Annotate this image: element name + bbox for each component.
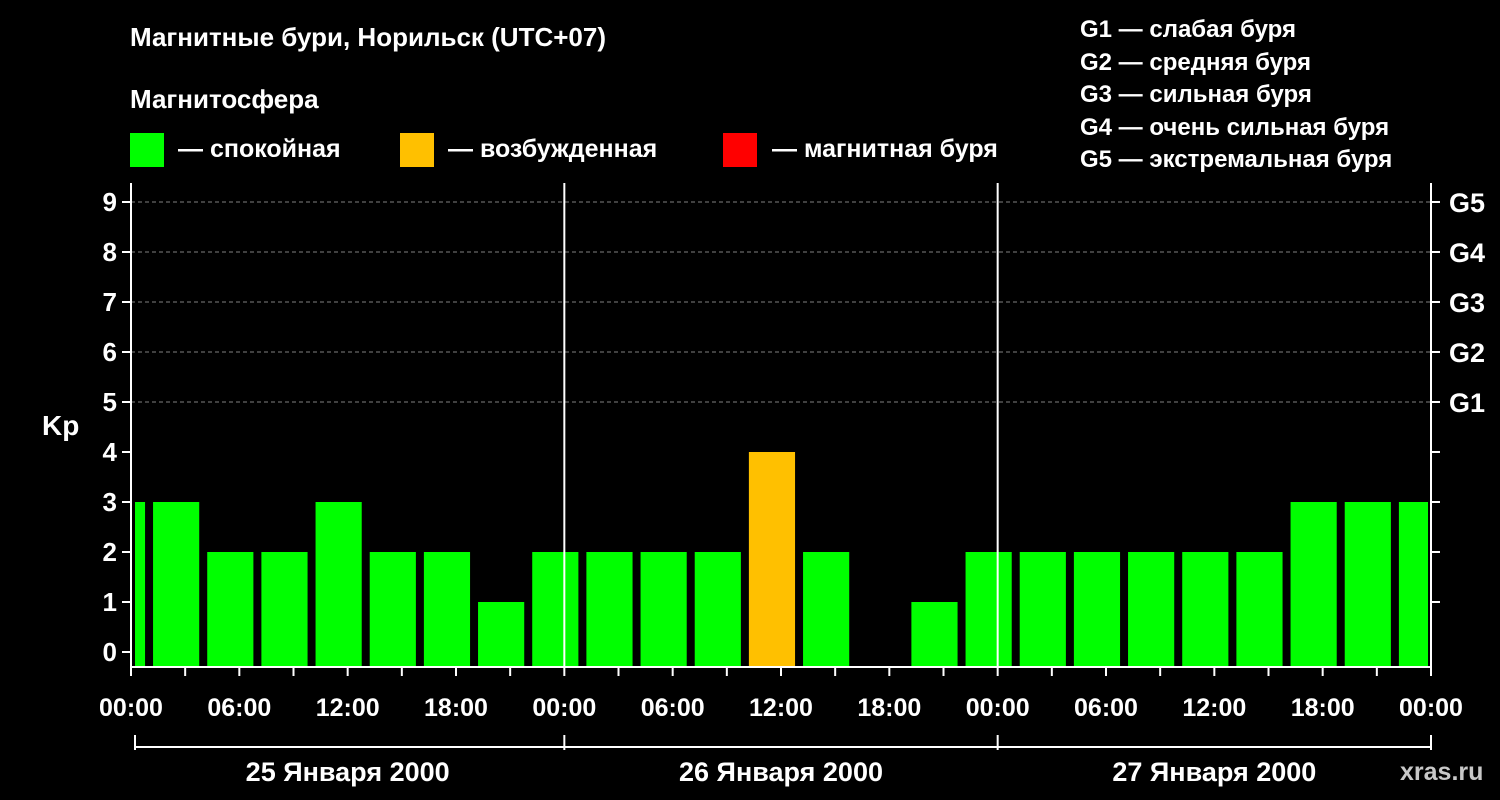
kp-bar — [207, 552, 254, 667]
g-tick-label: G5 — [1449, 188, 1485, 218]
x-tick-label: 18:00 — [857, 694, 921, 722]
kp-bar — [965, 552, 1012, 667]
g-tick-label: G4 — [1449, 238, 1485, 268]
y-tick-label: 3 — [103, 487, 117, 517]
x-tick-label: 12:00 — [1182, 694, 1246, 722]
day-label: 25 Января 2000 — [246, 757, 450, 787]
kp-bar — [261, 552, 308, 667]
y-tick-label: 6 — [103, 337, 117, 367]
x-tick-label: 12:00 — [316, 694, 380, 722]
kp-bar — [911, 602, 958, 667]
kp-bar — [586, 552, 633, 667]
x-tick-label: 18:00 — [424, 694, 488, 722]
y-tick-label: 9 — [103, 187, 117, 217]
y-tick-label: 7 — [103, 287, 117, 317]
x-tick-label: 06:00 — [207, 694, 271, 722]
kp-bar — [1182, 552, 1229, 667]
kp-bar — [369, 552, 416, 667]
g-tick-label: G1 — [1449, 388, 1485, 418]
g-tick-label: G3 — [1449, 288, 1485, 318]
y-tick-label: 0 — [103, 637, 117, 667]
watermark: xras.ru — [1400, 758, 1484, 786]
x-tick-label: 06:00 — [1074, 694, 1138, 722]
kp-bar — [1290, 502, 1337, 667]
kp-bar — [803, 552, 850, 667]
kp-bar — [315, 502, 362, 667]
kp-bar — [423, 552, 471, 667]
x-tick-label: 00:00 — [1399, 694, 1463, 722]
x-tick-label: 00:00 — [99, 694, 163, 722]
g-tick-label: G2 — [1449, 338, 1485, 368]
x-tick-label: 00:00 — [966, 694, 1030, 722]
y-tick-label: 5 — [103, 387, 117, 417]
x-tick-label: 12:00 — [749, 694, 813, 722]
y-tick-label: 4 — [103, 437, 118, 467]
day-label: 27 Января 2000 — [1112, 757, 1316, 787]
y-tick-label: 1 — [103, 587, 117, 617]
kp-bar — [1398, 502, 1428, 667]
x-tick-label: 00:00 — [532, 694, 596, 722]
kp-bar — [694, 552, 741, 667]
kp-bar — [748, 452, 796, 667]
kp-bar — [532, 552, 579, 667]
kp-bar — [1019, 552, 1066, 667]
y-tick-label: 2 — [103, 537, 117, 567]
kp-bar — [1344, 502, 1391, 667]
x-tick-label: 18:00 — [1291, 694, 1355, 722]
kp-bar — [640, 552, 687, 667]
kp-bar-chart: 0 1 2 3 4 5 6 7 8 9 G1 G2 G3 G4 G5 00:00 06:00 12:00 18:00… — [99, 183, 1485, 787]
kp-bar — [1236, 552, 1283, 667]
kp-bar — [478, 602, 525, 667]
kp-bar — [1073, 552, 1121, 667]
kp-bar — [153, 502, 200, 667]
day-label: 26 Января 2000 — [679, 757, 883, 787]
kp-bar — [1128, 552, 1175, 667]
x-tick-label: 06:00 — [641, 694, 705, 722]
y-tick-label: 8 — [103, 237, 117, 267]
kp-bar — [135, 502, 146, 667]
